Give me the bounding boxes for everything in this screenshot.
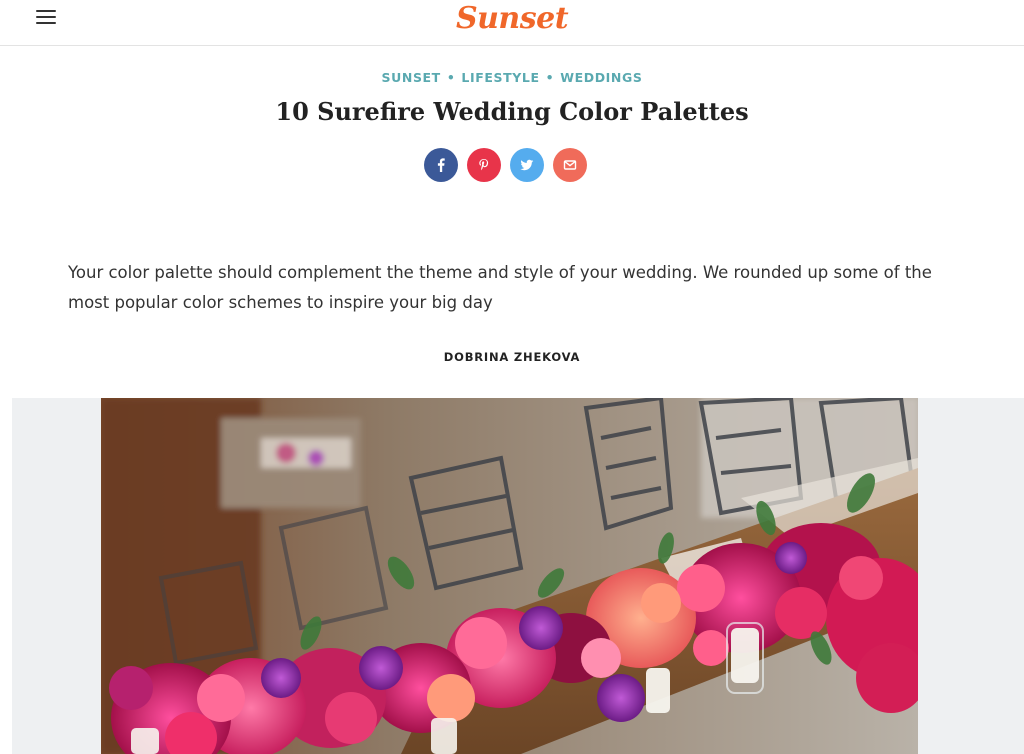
hero-image-container xyxy=(12,398,1024,754)
share-facebook-button[interactable] xyxy=(424,148,458,182)
breadcrumb: SUNSET • LIFESTYLE • WEDDINGS xyxy=(0,70,1024,85)
share-twitter-button[interactable] xyxy=(510,148,544,182)
site-logo[interactable]: Sunset xyxy=(0,0,1024,38)
facebook-icon xyxy=(437,158,445,172)
wedding-table-flowers-photo xyxy=(101,398,918,754)
share-pinterest-button[interactable] xyxy=(467,148,501,182)
breadcrumb-item-sunset[interactable]: SUNSET xyxy=(382,70,441,85)
page-title: 10 Surefire Wedding Color Palettes xyxy=(275,97,749,126)
pinterest-icon xyxy=(479,159,489,171)
email-icon xyxy=(563,160,577,170)
author-link[interactable]: DOBRINA ZHEKOVA xyxy=(444,350,580,364)
twitter-icon xyxy=(520,159,534,171)
byline: DOBRINA ZHEKOVA xyxy=(0,350,1024,364)
breadcrumb-item-weddings[interactable]: WEDDINGS xyxy=(560,70,642,85)
breadcrumb-separator: • xyxy=(545,70,555,85)
share-bar xyxy=(424,148,587,182)
article-dek: Your color palette should complement the… xyxy=(68,263,932,312)
breadcrumb-item-lifestyle[interactable]: LIFESTYLE xyxy=(461,70,539,85)
site-header: Sunset xyxy=(0,0,1024,46)
hero-image xyxy=(101,398,918,754)
breadcrumb-separator: • xyxy=(446,70,456,85)
share-email-button[interactable] xyxy=(553,148,587,182)
